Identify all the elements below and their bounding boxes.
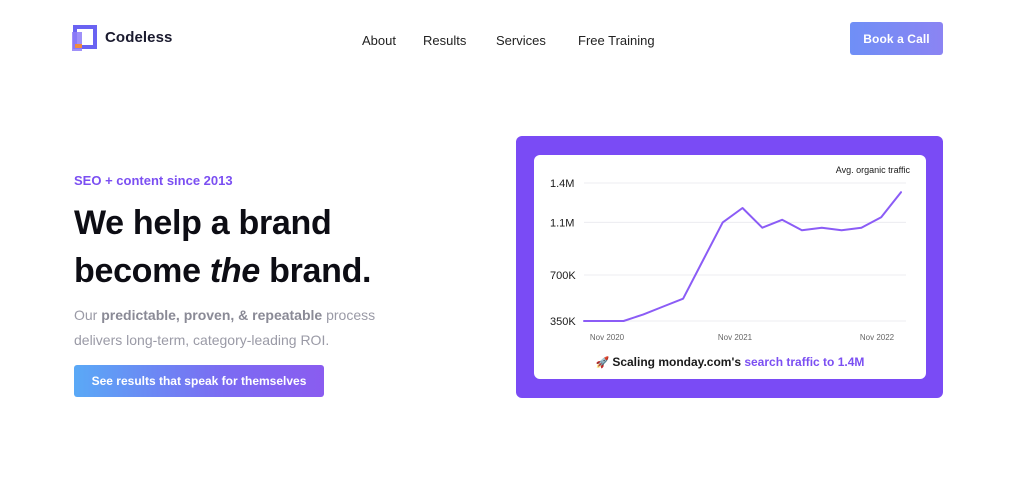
chart-card: 1.4M 1.1M 700K 350K Nov 2020 Nov 2021 Nov 2022… [534,155,926,379]
headline-line-1: We help a brand [74,204,332,242]
y-tick-label: 350K [550,316,576,328]
y-tick-label: 700K [550,270,576,282]
hero-headline: We help a brand become the brand. [74,199,372,295]
nav-about[interactable]: About [362,33,396,48]
see-results-button[interactable]: See results that speak for themselves [74,365,324,397]
hero-eyebrow: SEO + content since 2013 [74,173,233,188]
hero-description: Our predictable, proven, & repeatable pr… [74,303,414,353]
x-tick-label: Nov 2022 [860,333,895,342]
traffic-line-chart: 1.4M 1.1M 700K 350K Nov 2020 Nov 2021 Nov 2022… [550,165,911,342]
legend-label: Avg. organic traffic [836,165,911,175]
headline-line-2: become the brand. [74,247,372,295]
headline-post: brand. [259,252,372,290]
y-tick-label: 1.4M [550,178,574,190]
nav-results[interactable]: Results [423,33,466,48]
rocket-icon: 🚀 [595,356,610,369]
caption-text: Scaling monday.com's [612,355,745,369]
y-tick-label: 1.1M [550,217,574,229]
x-tick-label: Nov 2020 [590,333,625,342]
headline-emphasis: the [209,252,260,290]
x-tick-label: Nov 2021 [718,333,753,342]
nav-free-training[interactable]: Free Training [578,33,655,48]
series-line [583,191,902,322]
headline-pre: become [74,252,210,290]
chart-caption: 🚀 Scaling monday.com's search traffic to … [534,355,926,369]
desc-bold: predictable, proven, & repeatable [101,307,323,323]
book-a-call-button[interactable]: Book a Call [850,22,943,55]
desc-pre: Our [74,307,102,323]
nav-services[interactable]: Services [496,33,546,48]
caption-highlight: search traffic to 1.4M [744,355,865,369]
